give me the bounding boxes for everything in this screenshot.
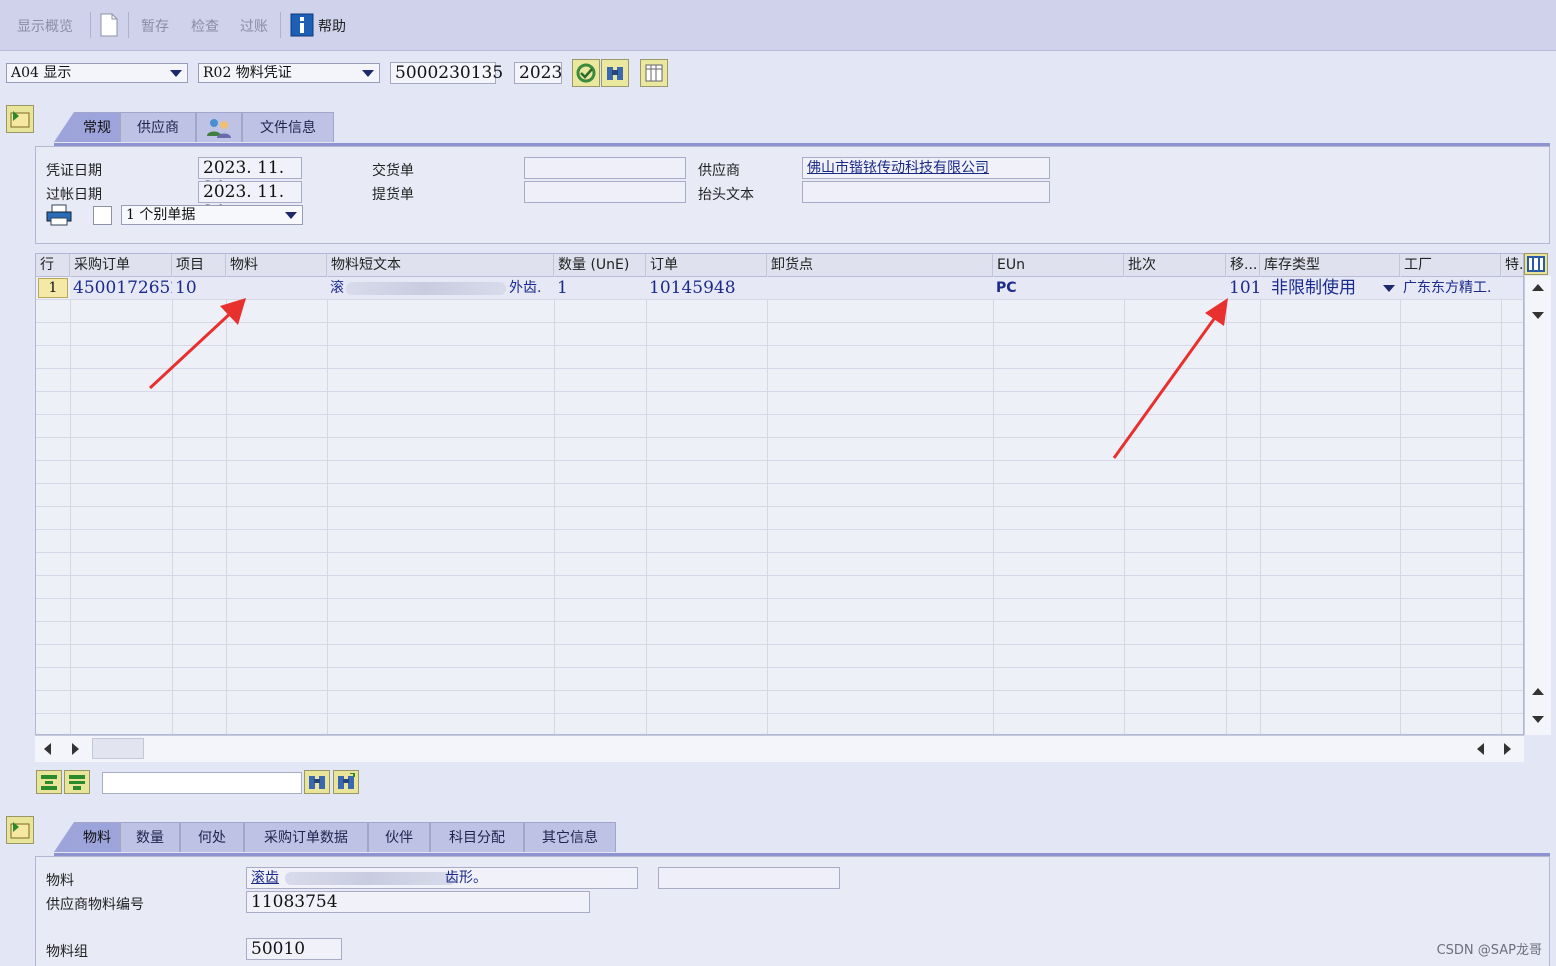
watermark: CSDN @SAP龙哥	[1436, 943, 1542, 958]
arrow-to-material-icon	[148, 298, 246, 390]
arrow-to-movement-type-icon	[1112, 298, 1228, 459]
annotation-arrows	[148, 298, 1228, 459]
